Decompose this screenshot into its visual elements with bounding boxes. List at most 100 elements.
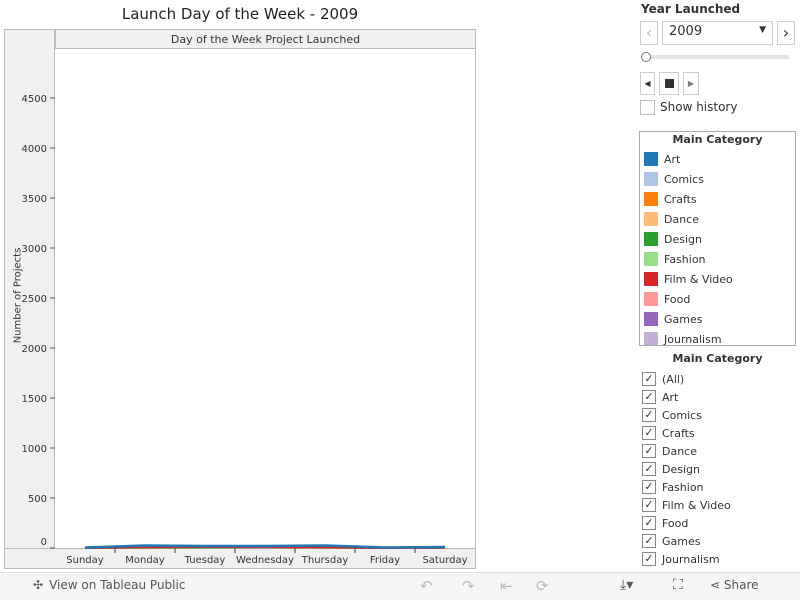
fullscreen-icon[interactable]: ⛶ xyxy=(673,577,683,593)
year-slider-handle[interactable] xyxy=(641,52,651,62)
checkbox-checked-icon[interactable]: ✓ xyxy=(642,480,656,494)
y-tick-label: 3000 xyxy=(22,244,47,255)
checkbox-checked-icon[interactable]: ✓ xyxy=(642,498,656,512)
share-icon: ⋖ xyxy=(710,578,724,592)
filter-item[interactable]: ✓ (All) xyxy=(639,370,796,388)
legend-label: Fashion xyxy=(664,252,706,266)
legend-item[interactable]: Art xyxy=(640,149,795,169)
filter-item[interactable]: ✓ Crafts xyxy=(639,424,796,442)
stop-button[interactable] xyxy=(659,72,679,95)
y-tick-label: 4500 xyxy=(22,94,47,105)
chart-plot: 0 500 1000 1500 2000 2500 3000 3500 4000 4500 Sund… xyxy=(22,94,468,566)
filter-item[interactable]: ✓ Dance xyxy=(639,442,796,460)
legend-swatch xyxy=(644,172,658,186)
x-tick-label: Friday xyxy=(370,555,400,566)
legend-item[interactable]: Fashion xyxy=(640,249,795,269)
checkbox-checked-icon[interactable]: ✓ xyxy=(642,552,656,566)
y-tick-label: 1000 xyxy=(22,444,47,455)
next-year-button[interactable]: › xyxy=(777,21,795,45)
legend-item[interactable]: Journalism xyxy=(640,329,795,346)
footer-toolbar: ✣ View on Tableau Public ↶ ↷ ⇤ ⟳ ⤓▾ ⛶ ⋖ S… xyxy=(0,572,800,600)
x-tick-label: Tuesday xyxy=(184,555,226,566)
year-dropdown[interactable]: 2009 ▼ xyxy=(662,21,773,45)
legend-item[interactable]: Film & Video xyxy=(640,269,795,289)
legend-label: Journalism xyxy=(664,332,722,346)
legend-label: Design xyxy=(664,232,702,246)
year-value: 2009 xyxy=(669,24,703,39)
refresh-icon[interactable]: ⟳ xyxy=(536,577,549,595)
checkbox-checked-icon[interactable]: ✓ xyxy=(642,426,656,440)
filter-label: Film & Video xyxy=(662,498,731,512)
play-forward-button[interactable]: ▶ xyxy=(683,72,699,95)
revert-icon[interactable]: ⇤ xyxy=(500,577,513,595)
legend-item[interactable]: Food xyxy=(640,289,795,309)
checkbox-checked-icon[interactable]: ✓ xyxy=(642,372,656,386)
filter-label: Comics xyxy=(662,408,702,422)
filter-label: Dance xyxy=(662,444,697,458)
filter-item[interactable]: ✓ Art xyxy=(639,388,796,406)
y-tick-label: 1500 xyxy=(22,394,47,405)
filter-item[interactable]: ✓ Fashion xyxy=(639,478,796,496)
x-tick-label: Monday xyxy=(125,555,165,566)
legend-label: Film & Video xyxy=(664,272,733,286)
filter-item[interactable]: ✓ Food xyxy=(639,514,796,532)
y-tick-label: 2000 xyxy=(22,344,47,355)
y-tick-label: 2500 xyxy=(22,294,47,305)
x-tick-label: Sunday xyxy=(66,555,103,566)
filter-label: Food xyxy=(662,516,689,530)
legend-item[interactable]: Dance xyxy=(640,209,795,229)
year-slider-track[interactable] xyxy=(646,55,789,59)
legend-swatch xyxy=(644,312,658,326)
redo-icon[interactable]: ↷ xyxy=(462,577,475,595)
category-filter-title: Main Category xyxy=(672,352,763,365)
tableau-logo-icon: ✣ xyxy=(33,578,44,592)
y-tick-label: 0 xyxy=(41,537,47,548)
view-on-tableau-link[interactable]: ✣ View on Tableau Public xyxy=(33,578,185,592)
checkbox-checked-icon[interactable]: ✓ xyxy=(642,462,656,476)
legend-swatch xyxy=(644,192,658,206)
color-legend: Main Category Art Comics Crafts Dance Design… xyxy=(639,131,796,346)
legend-swatch xyxy=(644,272,658,286)
show-history-label: Show history xyxy=(660,100,738,114)
checkbox-checked-icon[interactable]: ✓ xyxy=(642,516,656,530)
legend-swatch xyxy=(644,332,658,345)
legend-item[interactable]: Games xyxy=(640,309,795,329)
legend-item[interactable]: Design xyxy=(640,229,795,249)
legend-label: Dance xyxy=(664,212,699,226)
play-back-button[interactable]: ◀ xyxy=(640,72,655,95)
show-history-checkbox[interactable] xyxy=(640,100,655,115)
filter-item[interactable]: ✓ Journalism xyxy=(639,550,796,568)
checkbox-checked-icon[interactable]: ✓ xyxy=(642,390,656,404)
filter-item[interactable]: ✓ Games xyxy=(639,532,796,550)
checkbox-checked-icon[interactable]: ✓ xyxy=(642,444,656,458)
undo-icon[interactable]: ↶ xyxy=(420,577,433,595)
view-on-tableau-label: View on Tableau Public xyxy=(49,578,186,592)
x-tick-label: Wednesday xyxy=(236,555,294,566)
x-tick-label: Saturday xyxy=(422,555,467,566)
filter-label: Design xyxy=(662,462,700,476)
filter-label: Art xyxy=(662,390,679,404)
legend-item[interactable]: Crafts xyxy=(640,189,795,209)
legend-label: Crafts xyxy=(664,192,697,206)
legend-swatch xyxy=(644,232,658,246)
prev-year-button[interactable]: ‹ xyxy=(640,21,658,45)
year-filter-title: Year Launched xyxy=(641,2,741,16)
legend-swatch xyxy=(644,292,658,306)
filter-item[interactable]: ✓ Film & Video xyxy=(639,496,796,514)
filter-label: Journalism xyxy=(662,552,720,566)
download-icon[interactable]: ⤓▾ xyxy=(620,577,633,593)
filter-label: Fashion xyxy=(662,480,704,494)
legend-item[interactable]: Comics xyxy=(640,169,795,189)
checkbox-checked-icon[interactable]: ✓ xyxy=(642,534,656,548)
chevron-down-icon: ▼ xyxy=(759,25,766,35)
legend-label: Games xyxy=(664,312,703,326)
filter-label: (All) xyxy=(662,372,685,386)
checkbox-checked-icon[interactable]: ✓ xyxy=(642,408,656,422)
filter-label: Games xyxy=(662,534,701,548)
filter-item[interactable]: ✓ Comics xyxy=(639,406,796,424)
share-button[interactable]: ⋖ Share xyxy=(710,578,759,592)
legend-label: Art xyxy=(664,152,681,166)
filter-label: Crafts xyxy=(662,426,695,440)
filter-item[interactable]: ✓ Design xyxy=(639,460,796,478)
legend-swatch xyxy=(644,212,658,226)
